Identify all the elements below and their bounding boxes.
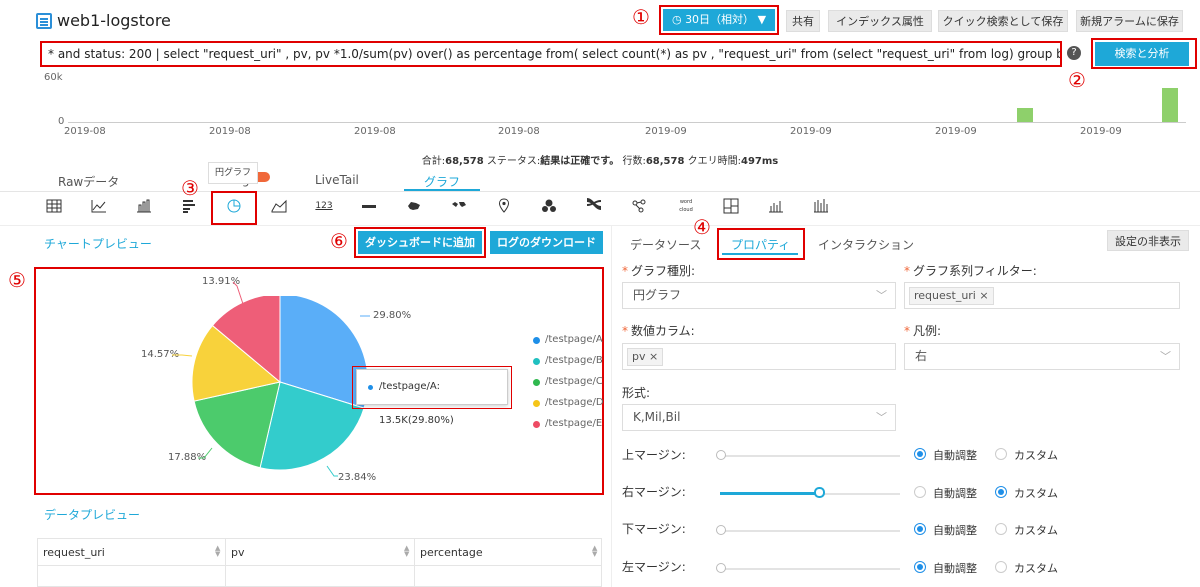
highlight-2 xyxy=(1091,38,1197,69)
x-tick: 2019-09 xyxy=(935,126,977,137)
index-attribute-button[interactable]: インデックス属性 xyxy=(828,10,932,32)
chart-type-label: * グラフ種別: xyxy=(622,264,696,278)
legend-dot xyxy=(533,337,540,344)
margin-bottom-custom-radio[interactable] xyxy=(995,523,1007,535)
save-alarm-button[interactable]: 新規アラームに保存 xyxy=(1076,10,1183,32)
pie-label-leaders xyxy=(172,281,370,477)
series-tag[interactable]: request_uri × xyxy=(909,287,994,305)
column-header-request-uri[interactable]: request_uri xyxy=(43,546,105,559)
histogram-bar[interactable] xyxy=(1017,108,1033,122)
tab-interaction[interactable]: インタラクション xyxy=(818,236,914,253)
col-divider xyxy=(225,538,226,587)
auto-label: 自動調整 xyxy=(933,562,977,575)
format-select[interactable]: K,Mil,Bil ﹀ xyxy=(622,404,896,431)
series-filter-select[interactable]: request_uri × xyxy=(904,282,1180,309)
legend-item-e[interactable]: /testpage/E xyxy=(533,418,602,429)
auto-label: 自動調整 xyxy=(933,487,977,500)
margin-left-custom-radio[interactable] xyxy=(995,561,1007,573)
chart-icon-16[interactable] xyxy=(812,197,830,215)
legend-select[interactable]: 右 ﹀ xyxy=(904,343,1180,370)
custom-label: カスタム xyxy=(1014,449,1058,462)
margin-right-custom-radio[interactable] xyxy=(995,486,1007,498)
value-column-label: * 数値カラム: xyxy=(622,324,695,338)
table-header xyxy=(37,538,602,566)
series-filter-label: * グラフ系列フィルター: xyxy=(904,264,1037,278)
value-tag[interactable]: pv × xyxy=(627,348,664,366)
auto-label: 自動調整 xyxy=(933,524,977,537)
help-icon[interactable]: ? xyxy=(1067,46,1081,60)
treemap-icon[interactable] xyxy=(722,197,740,215)
value-column-select[interactable]: pv × xyxy=(622,343,896,370)
margin-left-slider[interactable] xyxy=(720,568,900,570)
margin-left-label: 左マージン: xyxy=(622,560,686,574)
word-cloud-icon[interactable]: word cloud xyxy=(677,197,695,215)
custom-label: カスタム xyxy=(1014,524,1058,537)
legend-dot xyxy=(533,358,540,365)
chevron-down-icon: ﹀ xyxy=(1160,350,1171,363)
marker-1: ① xyxy=(632,5,650,29)
margin-top-slider[interactable] xyxy=(720,455,900,457)
legend-dot xyxy=(533,400,540,407)
marker-2: ② xyxy=(1068,68,1086,92)
sort-icon[interactable]: ▲ ▼ xyxy=(215,545,220,558)
col-divider xyxy=(414,538,415,587)
margin-right-slider-fill xyxy=(720,492,819,495)
marker-4: ④ xyxy=(693,215,711,239)
margin-left-auto-radio[interactable] xyxy=(914,561,926,573)
column-chart-icon[interactable] xyxy=(767,197,785,215)
chevron-down-icon: ﹀ xyxy=(876,411,887,424)
legend-item-c[interactable]: /testpage/C xyxy=(533,376,603,387)
close-icon: × xyxy=(979,289,989,302)
tooltip-highlight xyxy=(352,366,512,409)
legend-item-b[interactable]: /testpage/B xyxy=(533,355,603,366)
data-preview-title: データプレビュー xyxy=(44,508,141,522)
column-header-pv[interactable]: pv xyxy=(231,546,245,559)
table-body xyxy=(37,565,602,587)
chevron-down-icon: ﹀ xyxy=(876,289,887,302)
graph-network-icon[interactable] xyxy=(630,197,648,215)
margin-top-label: 上マージン: xyxy=(622,448,686,462)
hide-settings-button[interactable]: 設定の非表示 xyxy=(1107,230,1189,251)
sort-icon[interactable]: ▲ ▼ xyxy=(592,545,597,558)
slider-handle[interactable] xyxy=(716,563,726,573)
tab-data-source[interactable]: データソース xyxy=(630,236,701,253)
legend-dot xyxy=(533,379,540,386)
panel-divider xyxy=(611,226,612,587)
legend-item-d[interactable]: /testpage/D xyxy=(533,397,604,408)
legend-label: * 凡例: xyxy=(904,324,942,338)
margin-right-auto-radio[interactable] xyxy=(914,486,926,498)
column-header-percentage[interactable]: percentage xyxy=(420,546,483,559)
x-tick: 2019-09 xyxy=(645,126,687,137)
histogram-bar[interactable] xyxy=(1162,88,1178,122)
x-tick: 2019-09 xyxy=(1080,126,1122,137)
margin-right-label: 右マージン: xyxy=(622,485,686,499)
slider-handle[interactable] xyxy=(716,525,726,535)
slider-handle[interactable] xyxy=(814,487,825,498)
margin-top-custom-radio[interactable] xyxy=(995,448,1007,460)
custom-label: カスタム xyxy=(1014,562,1058,575)
margin-bottom-auto-radio[interactable] xyxy=(914,523,926,535)
sort-icon[interactable]: ▲ ▼ xyxy=(404,545,409,558)
save-quick-search-button[interactable]: クイック検索として保存 xyxy=(938,10,1068,32)
share-button[interactable]: 共有 xyxy=(786,10,820,32)
slider-handle[interactable] xyxy=(716,450,726,460)
highlight-4 xyxy=(717,228,805,260)
legend-dot xyxy=(533,421,540,428)
close-icon: × xyxy=(649,350,659,363)
legend-item-a[interactable]: /testpage/A xyxy=(533,334,603,345)
margin-bottom-slider[interactable] xyxy=(720,530,900,532)
margin-bottom-label: 下マージン: xyxy=(622,522,686,536)
format-label: 形式: xyxy=(622,386,651,400)
custom-label: カスタム xyxy=(1014,487,1058,500)
margin-top-auto-radio[interactable] xyxy=(914,448,926,460)
x-tick: 2019-09 xyxy=(790,126,832,137)
chart-type-select[interactable]: 円グラフ ﹀ xyxy=(622,282,896,309)
auto-label: 自動調整 xyxy=(933,449,977,462)
highlight-1 xyxy=(659,5,779,35)
